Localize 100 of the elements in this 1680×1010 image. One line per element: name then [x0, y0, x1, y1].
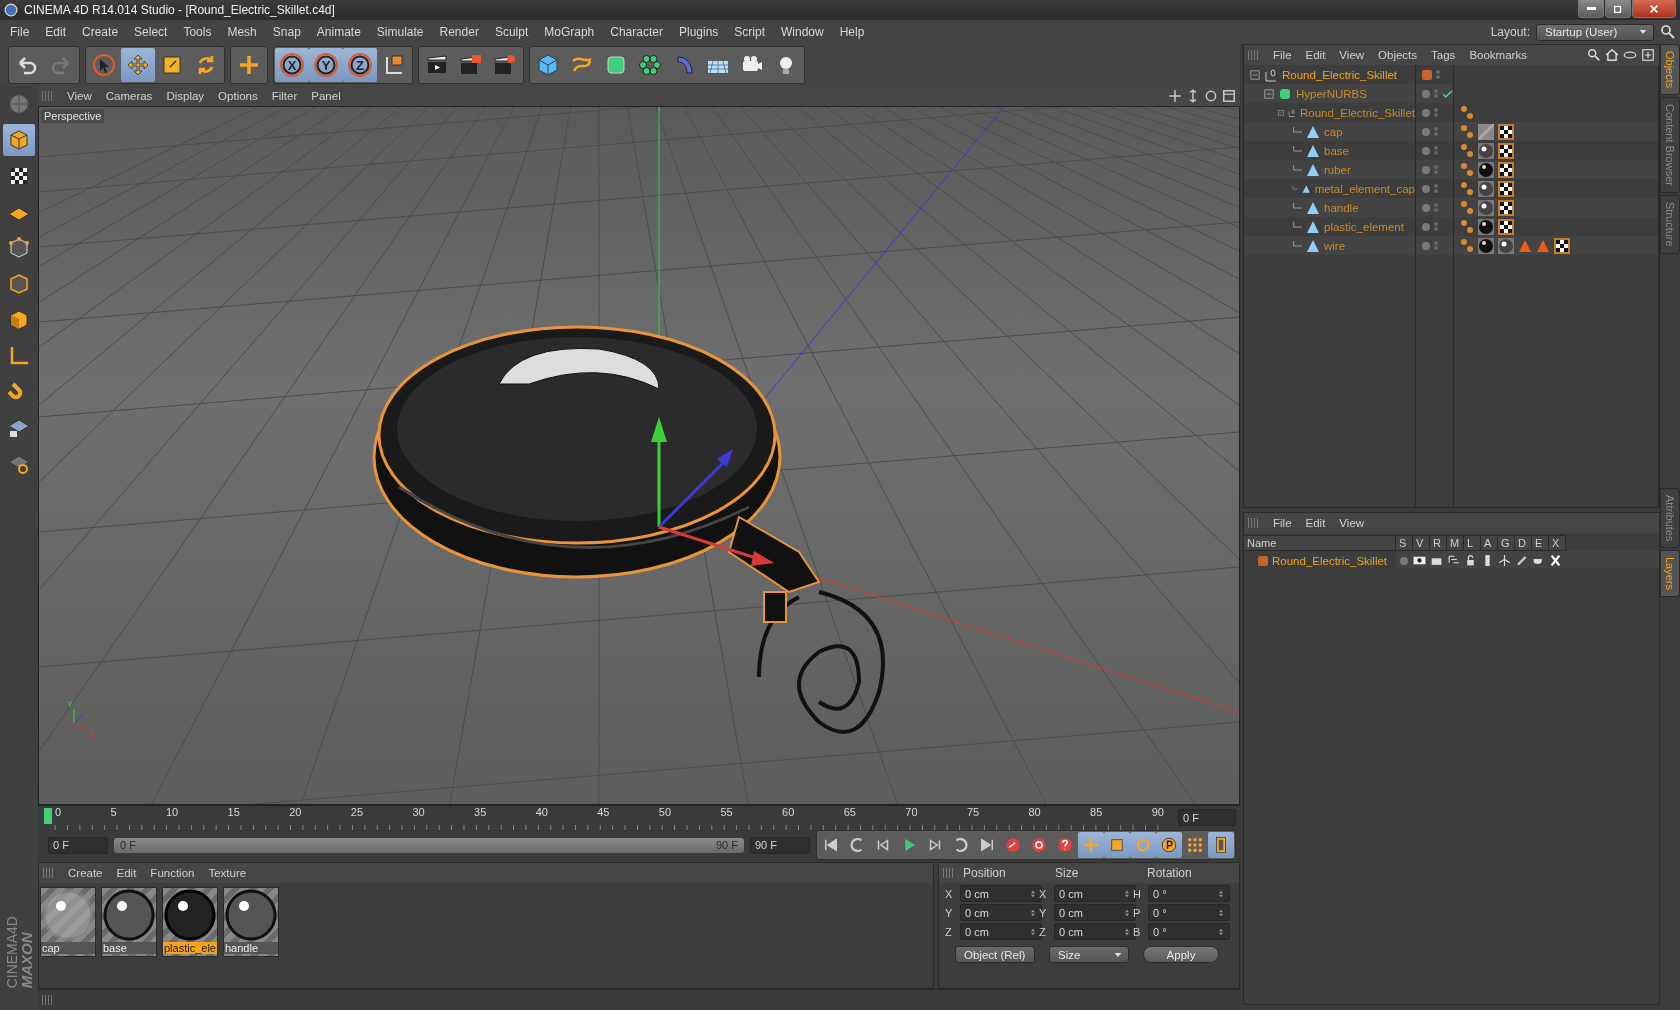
material-tag-icon[interactable]: [1478, 237, 1494, 254]
menu-item[interactable]: Render: [431, 21, 487, 43]
menu-item[interactable]: Simulate: [368, 21, 432, 43]
triangle-tag-icon[interactable]: [1518, 238, 1532, 253]
texture-tag-icon[interactable]: [1554, 237, 1570, 254]
panel-layout-icon[interactable]: [1222, 89, 1236, 103]
column-header[interactable]: V: [1413, 535, 1430, 551]
menu-item[interactable]: Help: [831, 21, 873, 43]
layout-dropdown[interactable]: Startup (User): [1536, 23, 1654, 41]
move-view-icon[interactable]: [1168, 89, 1182, 103]
tree-row[interactable]: handle: [1244, 198, 1415, 217]
object-name[interactable]: Round_Electric_Skillet: [1299, 106, 1415, 119]
frame-range-slider[interactable]: 0 F 90 F: [114, 837, 744, 853]
playback-button[interactable]: [1156, 832, 1182, 858]
menu-item[interactable]: Sculpt: [486, 21, 537, 43]
visibility-dots-icon[interactable]: [1434, 127, 1438, 136]
column-header[interactable]: R: [1430, 535, 1447, 551]
material-swatch[interactable]: handle: [223, 887, 279, 957]
menu-item[interactable]: Options: [211, 87, 265, 105]
menu-item[interactable]: Display: [159, 87, 212, 105]
menu-item[interactable]: Edit: [109, 864, 144, 882]
start-frame-field[interactable]: 0 F: [48, 836, 108, 854]
collapse-toggle-icon[interactable]: [1250, 69, 1260, 80]
menu-item[interactable]: Tags: [1424, 46, 1463, 64]
object-name[interactable]: ruber: [1324, 163, 1351, 176]
phong-tag-icon[interactable]: [1460, 180, 1474, 197]
menu-item[interactable]: File: [2, 21, 38, 43]
menu-item[interactable]: Filter: [264, 87, 305, 105]
menu-item[interactable]: Bookmarks: [1462, 46, 1534, 64]
playback-button[interactable]: [1208, 832, 1234, 858]
menu-item[interactable]: Function: [143, 864, 202, 882]
menu-item[interactable]: Script: [726, 21, 773, 43]
texture-tag-icon[interactable]: [1498, 199, 1514, 216]
column-header[interactable]: L: [1464, 535, 1481, 551]
visibility-dots-icon[interactable]: [1434, 146, 1438, 155]
maximize-button[interactable]: [1605, 0, 1631, 18]
menu-item[interactable]: Snap: [264, 21, 309, 43]
layer-dot-icon[interactable]: [1422, 108, 1430, 117]
column-header[interactable]: Name: [1244, 535, 1396, 551]
current-frame-marker[interactable]: [44, 808, 52, 824]
visibility-dots-icon[interactable]: [1434, 108, 1438, 117]
menu-item[interactable]: Create: [61, 864, 110, 882]
object-name[interactable]: plastic_element: [1324, 220, 1404, 233]
tree-row[interactable]: HyperNURBS: [1244, 84, 1415, 103]
material-swatch[interactable]: base: [101, 887, 157, 957]
coordinate-field[interactable]: 0 °: [1148, 904, 1230, 921]
object-name[interactable]: Round_Electric_Skillet: [1282, 68, 1398, 81]
side-tab[interactable]: Objects: [1660, 44, 1680, 96]
object-name[interactable]: handle: [1324, 201, 1359, 214]
new-panel-icon[interactable]: [1641, 48, 1655, 62]
visibility-dots-icon[interactable]: [1434, 165, 1438, 174]
phong-tag-icon[interactable]: [1460, 123, 1474, 140]
coordinate-field[interactable]: 0 °: [1148, 923, 1230, 940]
search-icon[interactable]: [1587, 48, 1601, 62]
column-header[interactable]: D: [1515, 535, 1532, 551]
layer-dot-icon[interactable]: [1422, 241, 1430, 250]
viewport[interactable]: Perspective Y X: [38, 106, 1240, 805]
menu-item[interactable]: Panel: [304, 87, 348, 105]
menu-item[interactable]: Objects: [1371, 46, 1425, 64]
layer-dot-icon[interactable]: [1422, 165, 1430, 174]
checkmark-icon[interactable]: [1441, 87, 1453, 100]
phong-tag-icon[interactable]: [1460, 218, 1474, 235]
layer-dot-icon[interactable]: [1422, 184, 1430, 193]
menu-item[interactable]: Plugins: [670, 21, 727, 43]
layer-color-swatch[interactable]: [1422, 69, 1432, 80]
phong-tag-icon[interactable]: [1460, 142, 1474, 159]
coordinate-mode-dropdown[interactable]: Object (Rel): [955, 946, 1035, 963]
menu-item[interactable]: Texture: [201, 864, 254, 882]
phong-tag-icon[interactable]: [1460, 237, 1474, 254]
minimize-button[interactable]: [1578, 0, 1604, 18]
material-tag-icon[interactable]: [1478, 218, 1494, 235]
visibility-dots-icon[interactable]: [1433, 89, 1438, 98]
menu-item[interactable]: Tools: [175, 21, 220, 43]
menu-item[interactable]: Select: [126, 21, 176, 43]
material-tag-icon[interactable]: [1478, 199, 1494, 216]
menu-item[interactable]: View: [1332, 46, 1372, 64]
home-icon[interactable]: [1605, 48, 1619, 62]
column-header[interactable]: X: [1549, 535, 1566, 551]
menu-item[interactable]: Edit: [37, 21, 75, 43]
menu-item[interactable]: Character: [602, 21, 671, 43]
texture-tag-icon[interactable]: [1498, 123, 1514, 140]
material-tag-icon[interactable]: [1498, 237, 1514, 254]
tree-row[interactable]: ruber: [1244, 160, 1415, 179]
menu-item[interactable]: View: [60, 87, 99, 105]
phong-tag-icon[interactable]: [1460, 161, 1474, 178]
menu-item[interactable]: Cameras: [98, 87, 160, 105]
layer-dot-icon[interactable]: [1422, 127, 1430, 136]
search-icon[interactable]: [1660, 24, 1676, 40]
menu-item[interactable]: Edit: [1298, 46, 1333, 64]
layer-dot-icon[interactable]: [1422, 89, 1430, 98]
layer-dot-icon[interactable]: [1422, 222, 1430, 231]
material-tag-icon[interactable]: [1478, 142, 1494, 159]
phong-tag-icon[interactable]: [1460, 199, 1474, 216]
visibility-dots-icon[interactable]: [1436, 70, 1440, 79]
visibility-dots-icon[interactable]: [1434, 241, 1438, 250]
material-tag-icon[interactable]: [1478, 180, 1494, 197]
menu-item[interactable]: Window: [773, 21, 832, 43]
solo-dot-icon[interactable]: [1400, 556, 1408, 565]
collapse-toggle-icon[interactable]: [1264, 88, 1274, 99]
end-frame-field[interactable]: 90 F: [750, 836, 810, 854]
